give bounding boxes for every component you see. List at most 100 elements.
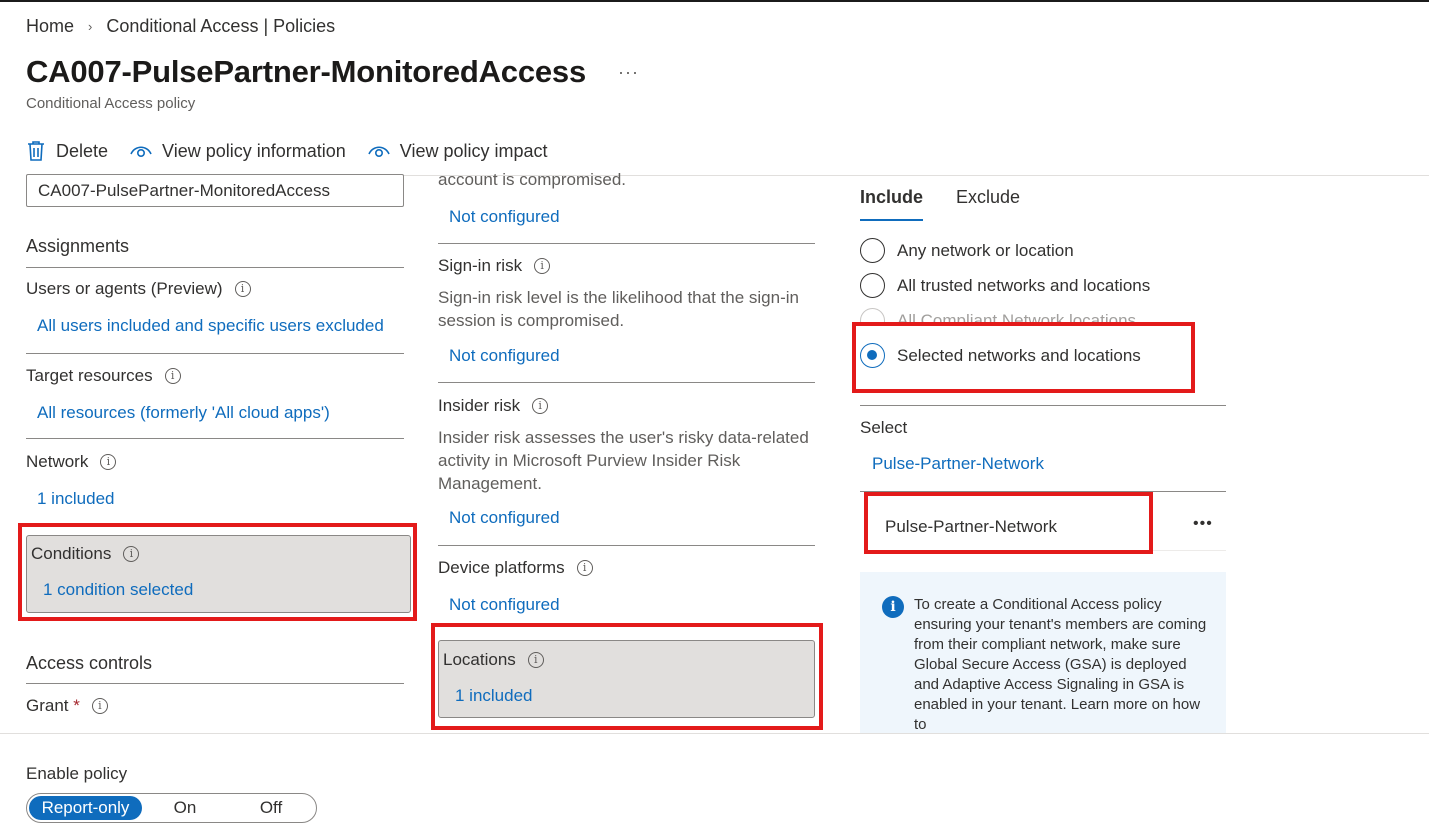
grant-label: Grant * [26, 696, 80, 715]
conditions-row: Conditions i [31, 544, 140, 564]
breadcrumb-home[interactable]: Home [26, 16, 74, 37]
info-icon[interactable]: i [576, 560, 593, 576]
chevron-right-icon: › [88, 19, 93, 34]
select-networks-link[interactable]: Pulse-Partner-Network [872, 454, 1044, 474]
locations-row: Locations i [443, 650, 544, 670]
access-controls-heading: Access controls [26, 653, 153, 673]
radio-button[interactable] [860, 238, 885, 263]
user-risk-value-link[interactable]: Not configured [449, 207, 560, 227]
user-risk-description: account is compromised. [438, 170, 627, 189]
view-policy-information-button[interactable]: View policy information [130, 141, 346, 162]
signin-risk-row: Sign-in risk i [438, 256, 551, 276]
target-resources-row: Target resources i [26, 366, 181, 386]
info-icon[interactable]: i [123, 546, 140, 562]
divider [26, 683, 404, 684]
assignments-heading: Assignments [26, 236, 130, 256]
insider-risk-description: Insider risk assesses the user's risky d… [438, 428, 809, 493]
eye-icon [130, 146, 152, 158]
top-border [0, 0, 1429, 2]
device-platforms-value-link[interactable]: Not configured [449, 595, 560, 615]
info-icon[interactable]: i [100, 454, 117, 470]
tab-include-underline [860, 219, 923, 221]
more-options-icon[interactable]: ··· [618, 62, 639, 83]
radio-button [860, 308, 885, 323]
tab-include[interactable]: Include [860, 187, 923, 208]
conditions-value-link[interactable]: 1 condition selected [43, 580, 193, 600]
signin-risk-value-link[interactable]: Not configured [449, 346, 560, 366]
option-all-trusted[interactable]: All trusted networks and locations [860, 273, 1150, 298]
divider [26, 438, 404, 439]
network-row: Network i [26, 452, 117, 472]
enable-policy-label: Enable policy [26, 764, 128, 783]
option-label: All trusted networks and locations [897, 275, 1151, 295]
info-banner-text: To create a Conditional Access policy en… [914, 596, 1207, 733]
view-policy-information-label: View policy information [162, 140, 346, 161]
page-subtitle: Conditional Access policy [26, 95, 196, 112]
option-all-compliant: All Compliant Network locations [860, 308, 1136, 323]
info-icon[interactable]: i [534, 258, 551, 274]
trash-icon [28, 141, 44, 161]
option-any-network[interactable]: Any network or location [860, 238, 1074, 263]
device-platforms-row: Device platforms i [438, 558, 593, 578]
divider [26, 353, 404, 354]
option-selected-networks[interactable]: Selected networks and locations [860, 343, 1141, 368]
device-platforms-label: Device platforms [438, 558, 565, 577]
item-more-icon[interactable]: ••• [1193, 515, 1213, 533]
footer-divider [0, 733, 1429, 734]
eye-icon [368, 146, 390, 158]
locations-label: Locations [443, 650, 516, 669]
network-label: Network [26, 452, 89, 471]
info-icon[interactable]: i [527, 652, 544, 668]
conditions-label: Conditions [31, 544, 112, 563]
option-label: Any network or location [897, 240, 1074, 260]
info-icon[interactable]: i [91, 698, 108, 714]
locations-value-link[interactable]: 1 included [455, 686, 533, 706]
divider [438, 243, 815, 244]
toggle-off[interactable]: Off [228, 796, 314, 820]
tab-exclude[interactable]: Exclude [956, 187, 1020, 208]
info-banner: i To create a Conditional Access policy … [860, 572, 1226, 734]
required-star: * [73, 696, 80, 715]
select-label: Select [860, 418, 908, 437]
users-row: Users or agents (Preview) i [26, 279, 251, 299]
radio-button-selected[interactable] [860, 343, 885, 368]
signin-risk-label: Sign-in risk [438, 256, 523, 275]
divider [438, 545, 815, 546]
info-icon[interactable]: i [234, 281, 251, 297]
toolbar: Delete View policy information View poli… [26, 140, 548, 162]
enable-policy-toggle: Report-only On Off [26, 793, 317, 823]
breadcrumb-policies[interactable]: Conditional Access | Policies [106, 16, 335, 37]
divider [26, 267, 404, 268]
view-policy-impact-button[interactable]: View policy impact [368, 141, 548, 162]
signin-risk-description: Sign-in risk level is the likelihood tha… [438, 288, 799, 330]
network-value-link[interactable]: 1 included [37, 489, 115, 509]
policy-name-input[interactable] [26, 174, 404, 207]
option-label: Selected networks and locations [897, 345, 1141, 365]
option-all-compliant-clip: All Compliant Network locations [860, 305, 1160, 323]
divider [438, 382, 815, 383]
divider [1153, 550, 1226, 551]
target-resources-label: Target resources [26, 366, 153, 385]
users-label: Users or agents (Preview) [26, 279, 223, 298]
divider [860, 405, 1226, 406]
target-resources-value-link[interactable]: All resources (formerly 'All cloud apps'… [37, 403, 330, 423]
delete-button[interactable]: Delete [26, 140, 108, 162]
breadcrumb: Home › Conditional Access | Policies [26, 16, 335, 37]
info-icon[interactable]: i [164, 368, 181, 384]
locations-card[interactable]: Locations i 1 included [438, 640, 815, 718]
delete-label: Delete [56, 140, 109, 161]
toggle-on[interactable]: On [142, 796, 228, 820]
page-title: CA007-PulsePartner-MonitoredAccess [26, 54, 586, 89]
insider-risk-label: Insider risk [438, 396, 521, 415]
users-value-link[interactable]: All users included and specific users ex… [37, 316, 384, 336]
toggle-report-only[interactable]: Report-only [29, 796, 142, 820]
selected-network-item: Pulse-Partner-Network [885, 517, 1057, 536]
grant-row: Grant * i [26, 696, 108, 716]
view-policy-impact-label: View policy impact [399, 140, 548, 161]
insider-risk-value-link[interactable]: Not configured [449, 508, 560, 528]
info-icon[interactable]: i [532, 398, 549, 414]
info-icon: i [882, 596, 904, 618]
conditions-card[interactable]: Conditions i 1 condition selected [26, 535, 411, 613]
radio-button[interactable] [860, 273, 885, 298]
insider-risk-row: Insider risk i [438, 396, 549, 416]
